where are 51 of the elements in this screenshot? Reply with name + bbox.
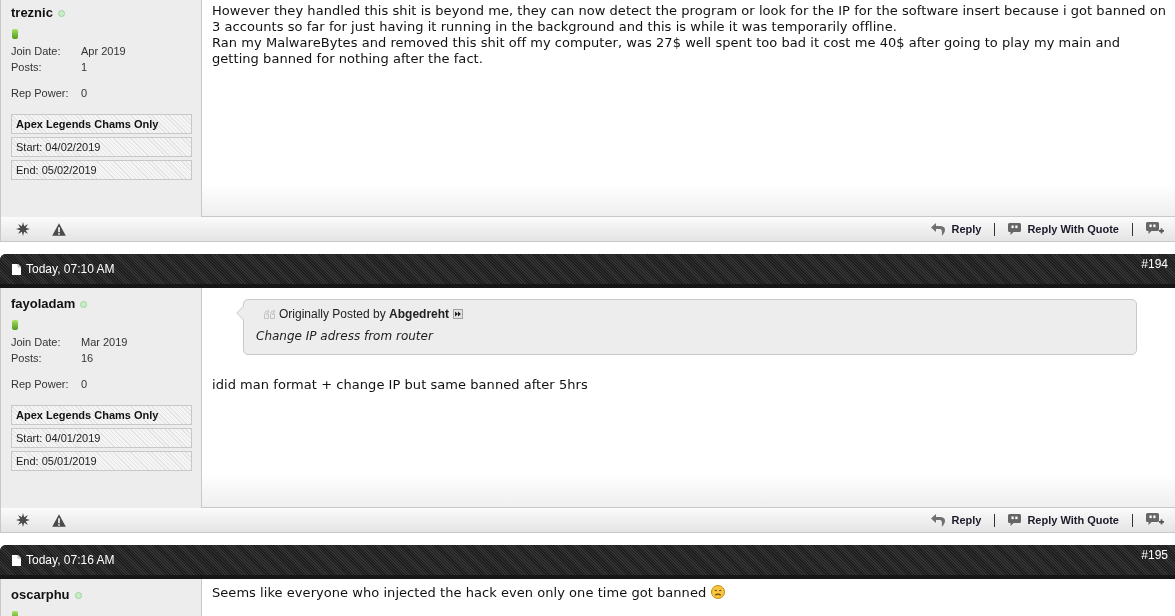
reply-arrow-icon [931,513,946,527]
quote-bubble-icon [1008,514,1022,526]
document-icon [12,263,21,275]
detail-value: 0 [81,376,88,392]
reply-with-quote-button[interactable]: Reply With Quote [1008,220,1119,238]
post-text: Ran my MalwareBytes and removed this shit off my computer, was 27$ well spent too bad it cost me 40$ after going to play my main and getting banned for nothing after the fact. [212,35,1121,66]
star-icon[interactable] [16,513,30,527]
warning-icon[interactable] [52,513,66,527]
post-number-link[interactable]: #194 [1141,257,1168,271]
quote-attribution: Originally Posted by Abgedreht [279,306,450,323]
quote-text: Change IP adress from router [256,328,435,344]
document-icon [12,554,21,566]
reply-with-quote-button[interactable]: Reply With Quote [1008,511,1119,529]
reply-button[interactable]: Reply [931,511,982,529]
warning-icon[interactable] [52,222,66,236]
detail-value: 16 [81,350,94,366]
quote-bubble-icon [1008,223,1022,235]
detail-label: Join Date: [11,43,62,59]
reply-arrow-icon [931,222,946,236]
post-text: Seems like everyone who injected the hack even only one time got banned [212,585,707,600]
detail-value: 1 [81,59,88,75]
detail-value: 0 [81,85,88,101]
reply-button[interactable]: Reply [931,220,982,238]
username-link[interactable]: oscarphu [11,587,70,603]
subscription-title: Apex Legends Chams Only [11,405,192,425]
reputation-pip-icon [12,320,18,330]
subscription-date: End: 05/01/2019 [11,451,192,471]
detail-label: Rep Power: [11,85,70,101]
subscription-date: Start: 04/02/2019 [11,137,192,157]
star-icon[interactable] [16,222,30,236]
post-text: However they handled this shit is beyond me, they can now detect the program or look for the IP for the software insert because i got banned on 3 accounts so far for just having it running in the background and this is while it was temporarily offline. [212,3,1167,34]
username-link[interactable]: fayoladam [11,296,76,312]
post-text: idid man format + change IP but same banned after 5hrs [212,377,588,392]
detail-value: Mar 2019 [81,334,128,350]
subscription-title: Apex Legends Chams Only [11,114,192,134]
detail-label: Join Date: [11,334,62,350]
quote-plus-icon[interactable] [1146,222,1164,236]
view-post-icon[interactable] [453,309,464,319]
post-date: Today, 07:16 AM [26,553,115,567]
username-link[interactable]: treznic [11,5,53,21]
detail-label: Rep Power: [11,376,70,392]
quote-marks-icon [264,309,275,319]
subscription-date: End: 05/02/2019 [11,160,192,180]
subscription-date: Start: 04/01/2019 [11,428,192,448]
detail-value: Apr 2019 [81,43,126,59]
reputation-pip-icon [12,29,18,39]
detail-label: Posts: [11,59,43,75]
quote-plus-icon[interactable] [1146,513,1164,527]
post-date: Today, 07:10 AM [26,262,115,276]
detail-label: Posts: [11,350,43,366]
post-number-link[interactable]: #195 [1141,548,1168,562]
